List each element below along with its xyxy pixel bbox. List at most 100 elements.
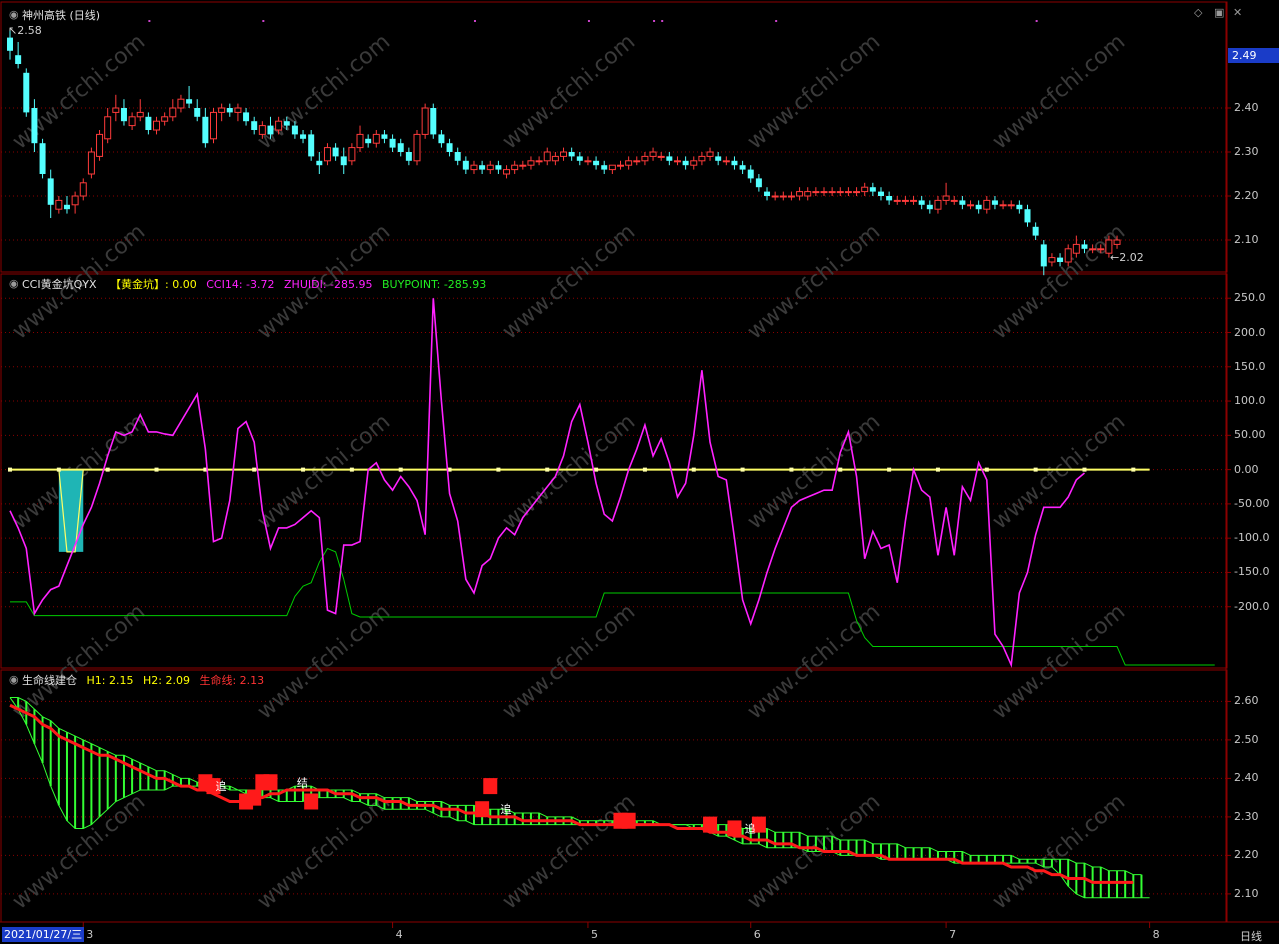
- zero-line-marker: [1033, 467, 1038, 472]
- watermark-text: www.cfchi.com: [743, 409, 885, 534]
- zero-line-marker: [594, 467, 599, 472]
- price-min-label: 2.02: [1119, 251, 1144, 264]
- zero-line-marker: [642, 467, 647, 472]
- candle-body: [926, 204, 933, 210]
- signal-dot: [775, 20, 778, 22]
- candle-body: [128, 116, 136, 127]
- cci-y-tick-label: 0.00: [1234, 462, 1259, 476]
- pane-collapse-icon[interactable]: ◉: [9, 673, 19, 686]
- candle-body: [576, 156, 583, 161]
- candle-body: [15, 55, 22, 64]
- candle-body: [31, 108, 38, 144]
- pane-collapse-icon[interactable]: ◉: [9, 277, 19, 290]
- cci-y-tick-label: -100.0: [1234, 531, 1270, 545]
- candle-body: [136, 111, 144, 118]
- candle-body: [893, 199, 901, 202]
- candle-body: [608, 164, 616, 171]
- candle-body: [828, 191, 836, 194]
- scroll-up-icon[interactable]: ▣: [1214, 6, 1224, 19]
- candle-body: [796, 191, 804, 197]
- candle-body: [446, 143, 453, 152]
- candle-body: [698, 155, 706, 162]
- price-y-tick-label: 2.40: [1234, 101, 1259, 114]
- candle-body: [55, 199, 63, 210]
- zero-line-marker: [154, 467, 159, 472]
- candle-body: [7, 37, 13, 51]
- candle-body: [771, 195, 779, 198]
- candle-body: [886, 196, 893, 201]
- h1-label: H1:: [86, 674, 109, 687]
- lifeline-value: 2.13: [239, 674, 265, 687]
- watermark-text: www.cfchi.com: [743, 29, 885, 154]
- candle-body: [267, 125, 274, 135]
- candle-body: [234, 107, 242, 113]
- candle-body: [543, 151, 551, 162]
- zero-line-marker: [935, 467, 940, 472]
- life-y-tick-label: 2.40: [1234, 771, 1259, 785]
- life-y-tick-label: 2.20: [1234, 848, 1259, 862]
- zhuidi-line: [10, 547, 1215, 666]
- close-icon[interactable]: ✕: [1233, 6, 1242, 19]
- candle-body: [23, 72, 30, 113]
- candle-body: [186, 99, 193, 104]
- h2-label: H2:: [142, 674, 166, 687]
- life-pane-frame: [0, 669, 1228, 923]
- candle-body: [486, 164, 494, 171]
- candle-body: [787, 195, 795, 198]
- candle-body: [722, 160, 730, 163]
- candle-body: [421, 107, 429, 135]
- candle-body: [348, 147, 356, 162]
- entry-block: [727, 820, 742, 837]
- date-tick-label: 6: [753, 928, 761, 941]
- current-price-badge: 2.49: [1228, 48, 1279, 63]
- zero-line-marker: [252, 467, 257, 472]
- life-y-tick-label: 2.10: [1234, 886, 1259, 900]
- candle-body: [999, 204, 1007, 207]
- candle-body: [519, 164, 527, 167]
- zero-line-marker: [496, 467, 501, 472]
- candle-body: [918, 200, 925, 205]
- zero-line-marker: [740, 467, 745, 472]
- candle-body: [1007, 204, 1015, 207]
- watermark-text: www.cfchi.com: [988, 29, 1130, 154]
- candle-body: [1113, 239, 1121, 245]
- candle-body: [844, 191, 852, 194]
- candle-body: [934, 199, 942, 210]
- candle-body: [479, 165, 486, 170]
- candle-body: [430, 108, 437, 135]
- zhuidi-label: ZHUIDI:: [284, 278, 331, 291]
- pane-collapse-icon[interactable]: ◉: [9, 8, 19, 21]
- watermark-text: www.cfchi.com: [253, 789, 395, 914]
- cci14-value: -3.72: [246, 278, 275, 291]
- signal-dot: [148, 20, 151, 22]
- date-tick-label: 3: [86, 928, 94, 941]
- zero-line-marker: [398, 467, 403, 472]
- candle-body: [601, 165, 608, 170]
- candle-body: [96, 133, 104, 157]
- candle-body: [617, 164, 624, 167]
- h2-value: 2.09: [165, 674, 190, 687]
- date-tick-label: 5: [590, 928, 598, 941]
- candle-body: [104, 116, 112, 140]
- price-y-tick-label: 2.20: [1234, 189, 1259, 202]
- buypoint-value: -285.93: [443, 278, 487, 291]
- zero-line-marker: [1082, 467, 1087, 472]
- candle-body: [71, 195, 79, 206]
- candle-body: [332, 147, 339, 157]
- candle-body: [300, 134, 307, 139]
- candle-body: [365, 138, 372, 144]
- candle-body: [63, 204, 70, 210]
- cci-pane-title: CCI黄金坑QYX: [22, 278, 97, 291]
- diamond-icon[interactable]: ◇: [1194, 6, 1202, 19]
- candle-body: [495, 165, 502, 170]
- lifeline-label: 生命线:: [199, 674, 240, 687]
- period-selector[interactable]: 日线: [1240, 928, 1262, 944]
- entry-block: [475, 801, 490, 818]
- price-min-annotation: ←2.02: [1110, 251, 1144, 264]
- cci-y-tick-label: 100.0: [1234, 394, 1266, 408]
- candle-body: [503, 169, 511, 175]
- candle-body: [991, 200, 998, 205]
- candle-body: [413, 133, 421, 162]
- life-pane-header: 生命线建仓 H1: 2.15 H2: 2.09 生命线: 2.13: [22, 672, 264, 688]
- chart-canvas[interactable]: www.cfchi.com www.cfchi.com www.cfchi.com w…: [0, 0, 1279, 944]
